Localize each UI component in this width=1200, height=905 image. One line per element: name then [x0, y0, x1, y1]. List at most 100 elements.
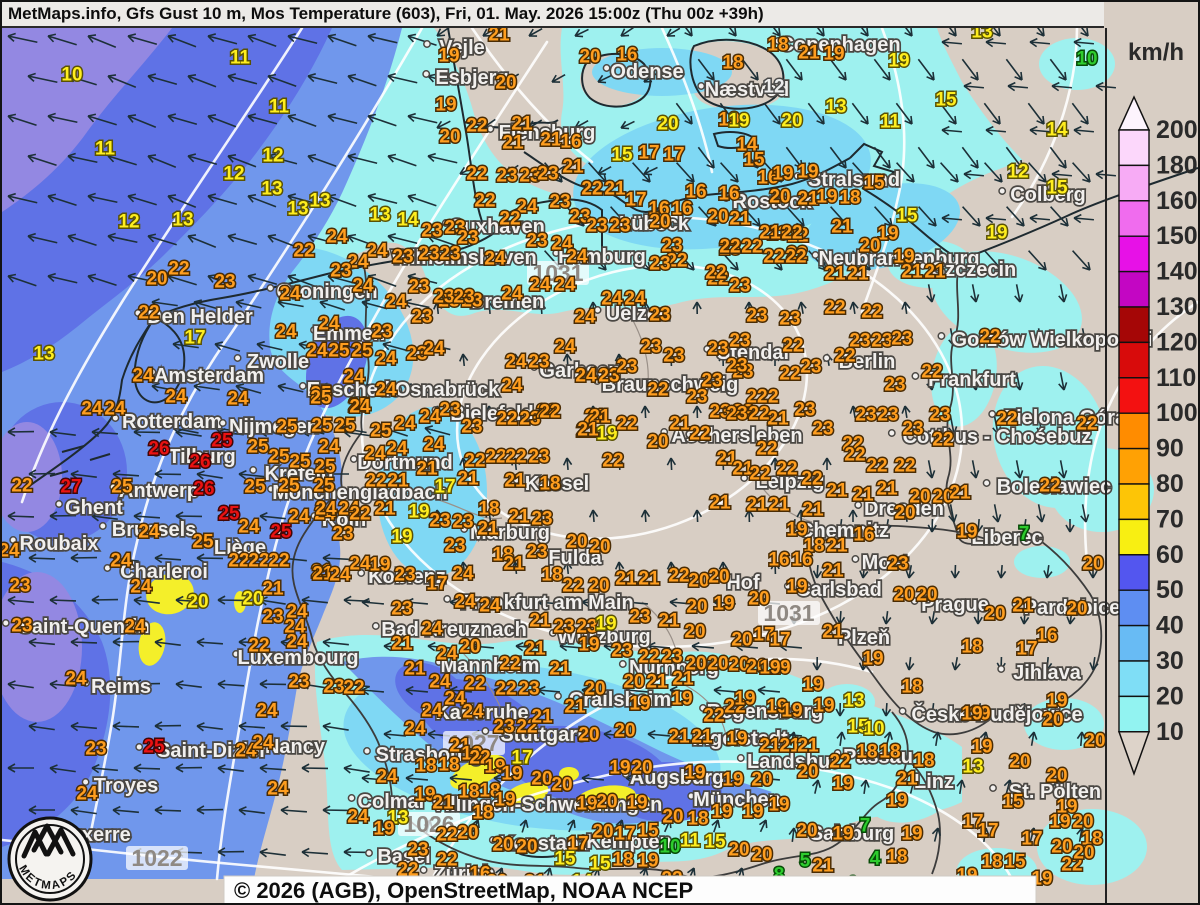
temperature-value: 22 — [464, 451, 485, 472]
temperature-value: 23 — [891, 329, 912, 350]
temperature-value: 23 — [526, 231, 547, 252]
temperature-value: 22 — [785, 247, 806, 268]
temperature-value: 24 — [306, 341, 328, 362]
city-label: Ghent — [65, 497, 123, 519]
temperature-value: 17 — [434, 477, 455, 498]
temperature-value: 20 — [187, 592, 208, 613]
temperature-value: 20 — [859, 236, 880, 257]
temperature-value: 21 — [822, 622, 844, 643]
temperature-value: 20 — [588, 576, 609, 597]
temperature-value: 12 — [223, 164, 244, 185]
temperature-value: 23 — [649, 305, 670, 326]
temperature-value: 12 — [763, 77, 784, 98]
temperature-value: 24 — [267, 779, 289, 800]
temperature-value: 21 — [262, 579, 284, 600]
temperature-value: 25 — [276, 417, 298, 438]
temperature-value: 15 — [637, 821, 659, 842]
temperature-value: 22 — [138, 303, 159, 324]
temperature-value: 20 — [796, 821, 817, 842]
temperature-value: 23 — [496, 166, 517, 187]
temperature-value: 10 — [659, 837, 680, 858]
temperature-value: 24 — [554, 337, 576, 358]
city-marker-icon — [300, 383, 306, 389]
temperature-value: 19 — [369, 555, 390, 576]
temperature-value: 24 — [554, 275, 576, 296]
temperature-value: 22 — [495, 679, 516, 700]
temperature-value: 20 — [916, 585, 937, 606]
temperature-value: 20 — [1073, 843, 1094, 864]
temperature-value: 23 — [537, 164, 558, 185]
temperature-value: 19 — [813, 696, 834, 717]
city-marker-icon — [487, 126, 493, 132]
temperature-value: 23 — [616, 357, 637, 378]
temperature-value: 24 — [501, 376, 523, 397]
temperature-value: 22 — [248, 636, 269, 657]
temperature-value: 21 — [672, 669, 694, 690]
temperature-value: 24 — [421, 619, 443, 640]
temperature-value: 24 — [329, 565, 351, 586]
city-label: Nijmegen — [229, 416, 319, 438]
temperature-value: 18 — [886, 847, 907, 868]
temperature-value: 11 — [680, 831, 701, 852]
city-label: Osnabrück — [395, 379, 500, 401]
temperature-value: 16 — [1036, 626, 1057, 647]
temperature-value: 21 — [759, 736, 781, 757]
temperature-value: 22 — [485, 447, 506, 468]
temperature-value: 19 — [408, 502, 429, 523]
temperature-value: 24 — [462, 702, 484, 723]
city-marker-icon — [482, 728, 488, 734]
temperature-value: 20 — [797, 762, 818, 783]
temperature-value: 27 — [60, 477, 81, 498]
temperature-value: 21 — [797, 736, 819, 757]
scale-tick-label: 80 — [1156, 470, 1184, 498]
temperature-value: 19 — [626, 793, 647, 814]
temperature-value: 17 — [426, 574, 447, 595]
city-marker-icon — [983, 480, 989, 486]
scale-segment — [1119, 626, 1149, 661]
temperature-value: 24 — [575, 366, 597, 387]
city-marker-icon — [823, 355, 829, 361]
temperature-value: 21 — [658, 611, 680, 632]
temperature-value: 25 — [143, 737, 165, 758]
temperature-value: 22 — [168, 259, 189, 280]
temperature-value: 23 — [453, 287, 474, 308]
temperature-value: 19 — [609, 758, 630, 779]
temperature-value: 10 — [61, 65, 82, 86]
temperature-value: 19 — [578, 635, 599, 656]
temperature-value: 19 — [797, 162, 818, 183]
city-marker-icon — [444, 596, 450, 602]
isobar-label: 1022 — [131, 845, 182, 871]
temperature-value: 26 — [193, 479, 214, 500]
temperature-value: 19 — [1049, 812, 1070, 833]
temperature-value: 23 — [288, 672, 309, 693]
temperature-value: 23 — [411, 307, 432, 328]
city-marker-icon — [889, 430, 895, 436]
city-marker-icon — [423, 71, 429, 77]
temperature-value: 20 — [751, 845, 772, 866]
city-marker-icon — [366, 850, 372, 856]
temperature-value: 24 — [375, 380, 397, 401]
city-label: Plzeň — [838, 627, 890, 649]
temperature-value: 22 — [466, 116, 487, 137]
temperature-value: 18 — [722, 53, 743, 74]
temperature-value: 22 — [801, 469, 822, 490]
temperature-value: 15 — [704, 832, 726, 853]
city-marker-icon — [136, 744, 142, 750]
temperature-value: 23 — [849, 331, 870, 352]
temperature-value: 20 — [686, 597, 707, 618]
temperature-value: 24 — [366, 241, 388, 262]
scale-segment — [1119, 236, 1149, 271]
temperature-value: 25 — [289, 452, 311, 473]
temperature-value: 24 — [238, 517, 260, 538]
temperature-value: 13 — [825, 97, 846, 118]
city-marker-icon — [3, 620, 9, 626]
temperature-value: 22 — [782, 336, 803, 357]
temperature-value: 23 — [686, 387, 707, 408]
temperature-value: 23 — [394, 565, 415, 586]
temperature-value: 20 — [728, 840, 749, 861]
temperature-value: 20 — [1084, 731, 1105, 752]
temperature-value: 23 — [871, 331, 892, 352]
temperature-value: 23 — [746, 306, 767, 327]
temperature-value: 19 — [722, 770, 743, 791]
scale-tick-label: 180 — [1156, 151, 1198, 179]
